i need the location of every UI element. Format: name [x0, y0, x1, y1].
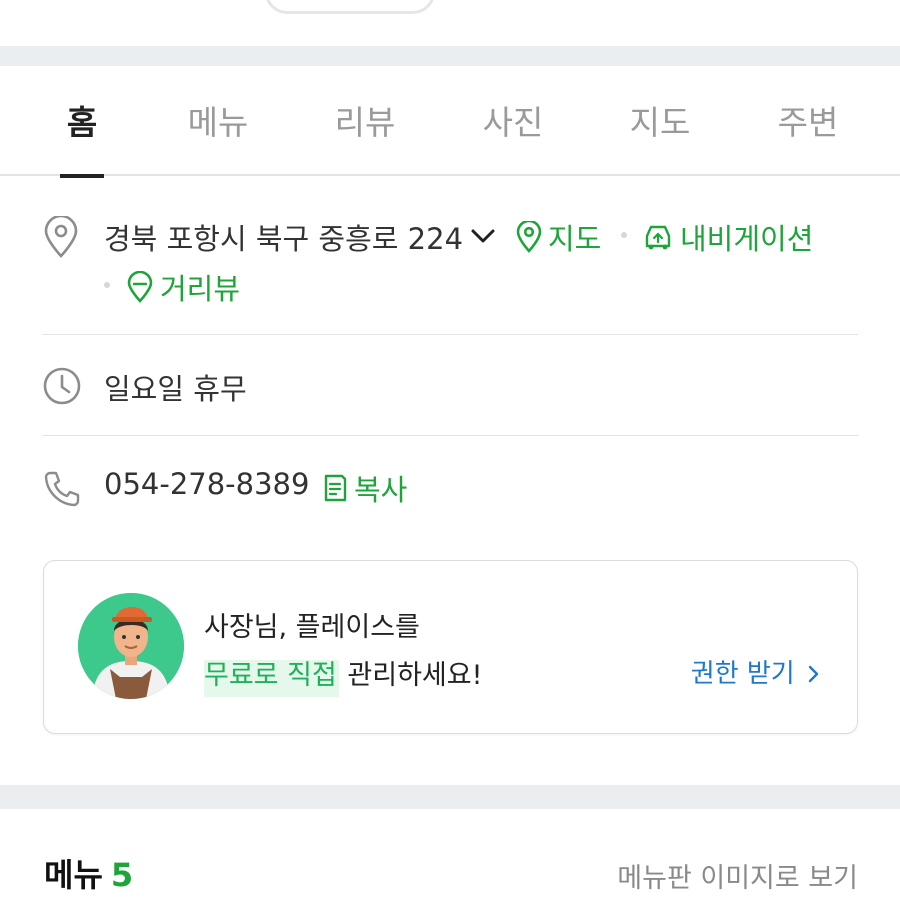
tab-label: 지도 [629, 103, 691, 142]
chevron-down-icon[interactable] [470, 227, 496, 245]
tab-label: 리뷰 [334, 103, 396, 142]
owner-claim-banner[interactable]: 사장님, 플레이스를 무료로 직접 관리하세요! 권한 받기 [43, 560, 858, 734]
menu-count: 5 [110, 856, 134, 894]
hours-row: 일요일 휴무 [42, 364, 858, 414]
location-pin-icon [44, 216, 78, 258]
chevron-right-icon [808, 665, 819, 683]
car-icon [645, 225, 671, 250]
tab-active-indicator [60, 174, 104, 178]
banner-line1: 사장님, 플레이스를 [204, 612, 420, 643]
tab-home[interactable]: 홈 [30, 96, 134, 178]
map-link[interactable]: 지도 [516, 216, 601, 258]
divider [42, 334, 858, 335]
tab-label: 홈 [66, 103, 98, 142]
copy-label: 복사 [354, 473, 408, 507]
address-text: 경북 포항시 북구 중흥로 224 [104, 222, 464, 256]
address-row: 경북 포항시 북구 중흥로 224 지도 내비게이션 거리뷰 [42, 212, 858, 312]
tab-bar: 홈 메뉴 리뷰 사진 지도 주변 [0, 66, 900, 178]
tab-review[interactable]: 리뷰 [313, 96, 417, 176]
tab-label: 사진 [482, 103, 544, 142]
divider [42, 435, 858, 436]
copy-phone-button[interactable]: 복사 [322, 467, 407, 509]
navigation-link[interactable]: 내비게이션 [642, 216, 813, 258]
streetview-link[interactable]: 거리뷰 [126, 266, 240, 308]
copy-icon [324, 474, 347, 502]
owner-avatar [78, 593, 184, 699]
tab-map[interactable]: 지도 [608, 96, 712, 176]
phone-row: 054-278-8389 복사 [42, 465, 858, 515]
claim-permission-link[interactable]: 권한 받기 [691, 653, 821, 690]
top-strip [0, 0, 900, 46]
phone-icon [44, 471, 80, 507]
owner-illustration [78, 593, 184, 699]
navigation-link-label: 내비게이션 [680, 222, 814, 256]
banner-line2: 무료로 직접 관리하세요! [204, 653, 483, 697]
phone-number: 054-278-8389 [104, 467, 310, 501]
menu-title-label: 메뉴 [44, 856, 103, 894]
banner-highlight: 무료로 직접 [204, 660, 339, 697]
claim-permission-label: 권한 받기 [690, 659, 795, 689]
clock-icon [43, 367, 81, 405]
streetview-link-label: 거리뷰 [160, 272, 241, 306]
tab-nearby[interactable]: 주변 [756, 96, 860, 176]
tab-menu[interactable]: 메뉴 [166, 96, 270, 176]
separator-dot [621, 232, 627, 238]
tab-label: 메뉴 [187, 103, 249, 142]
streetview-icon [127, 271, 153, 303]
tab-label: 주변 [777, 103, 839, 142]
view-menu-board-link[interactable]: 메뉴판 이미지로 보기 [617, 856, 858, 895]
tab-photo[interactable]: 사진 [461, 96, 565, 176]
map-link-label: 지도 [548, 222, 602, 256]
map-pin-icon [516, 221, 542, 253]
section-gap [0, 46, 900, 66]
hours-text: 일요일 휴무 [104, 372, 247, 406]
section-gap [0, 785, 900, 809]
separator-dot [104, 282, 110, 288]
top-pill-button[interactable] [265, 0, 435, 14]
menu-section-title: 메뉴 5 [44, 850, 133, 896]
banner-line2-rest: 관리하세요! [347, 660, 483, 691]
